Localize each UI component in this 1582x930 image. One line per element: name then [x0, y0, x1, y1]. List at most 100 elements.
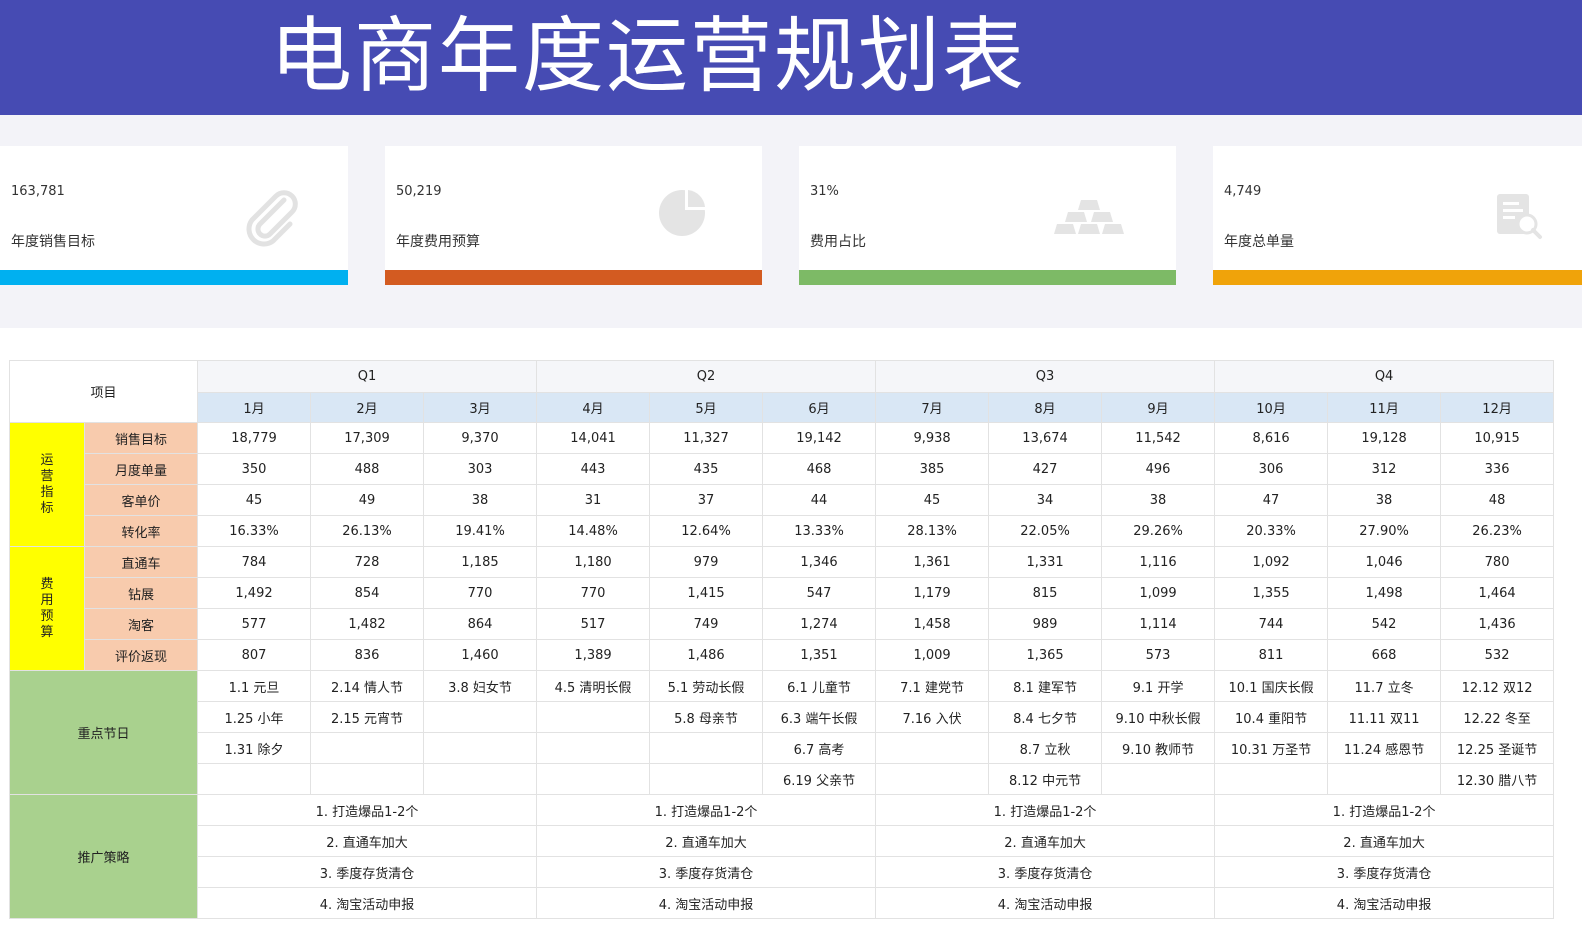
holiday-cell: 8.1 建军节 — [988, 670, 1103, 702]
value-cell: 1,460 — [423, 639, 538, 671]
holiday-cell — [536, 701, 651, 733]
value-cell: 350 — [197, 453, 312, 485]
row-label: 转化率 — [83, 515, 199, 547]
gold-bars-icon — [1054, 200, 1124, 234]
value-cell: 1,365 — [988, 639, 1103, 671]
strategy-row: 4. 淘宝活动申报 4. 淘宝活动申报 4. 淘宝活动申报 4. 淘宝活动申报 — [10, 887, 1555, 919]
row-label: 淘客 — [83, 608, 199, 640]
value-cell: 38 — [423, 484, 538, 516]
value-cell: 744 — [1214, 608, 1329, 640]
month-header: 8月 — [988, 392, 1103, 423]
group-label-cell: 费用预算 — [9, 546, 85, 671]
holiday-cell: 10.1 国庆长假 — [1214, 670, 1329, 702]
value-cell: 1,361 — [875, 546, 990, 578]
value-cell: 979 — [649, 546, 764, 578]
table-row: 运营指标 销售目标 18,779 17,309 9,370 14,041 11,327 19,… — [9, 422, 1555, 547]
strategy-cell: 2. 直通车加大 — [875, 825, 1216, 857]
project-header: 项目 — [8, 360, 199, 423]
holiday-cell: 2.14 情人节 — [310, 670, 425, 702]
value-cell: 815 — [988, 577, 1103, 609]
strategy-cell: 3. 季度存货清仓 — [1214, 856, 1555, 888]
value-cell: 1,389 — [536, 639, 651, 671]
value-cell: 303 — [423, 453, 538, 485]
value-cell: 1,009 — [875, 639, 990, 671]
month-header: 9月 — [1101, 392, 1216, 423]
table-row: 月度单量 350 488 303 443 435 468 385 427 496 306 312 336 — [10, 453, 1555, 485]
value-cell: 12.64% — [649, 515, 764, 547]
value-cell: 34 — [988, 484, 1103, 516]
value-cell: 47 — [1214, 484, 1329, 516]
value-cell: 1,046 — [1327, 546, 1442, 578]
holiday-cell — [1101, 763, 1216, 795]
kpi-value: 163,781 — [11, 184, 65, 199]
holiday-cell: 6.7 高考 — [762, 732, 877, 764]
page-title: 电商年度运营规划表 — [270, 9, 1027, 104]
holidays-label: 重点节日 — [8, 670, 199, 795]
value-cell: 468 — [762, 453, 877, 485]
holiday-cell: 8.7 立秋 — [988, 732, 1103, 764]
row-label: 直通车 — [83, 546, 199, 578]
month-header: 5月 — [649, 392, 764, 423]
holiday-cell: 11.11 双11 — [1327, 701, 1442, 733]
holiday-cell: 5.8 母亲节 — [649, 701, 764, 733]
group-label-cell: 运营指标 — [9, 422, 85, 547]
holiday-cell — [649, 763, 764, 795]
holiday-cell: 1.31 除夕 — [197, 732, 312, 764]
value-cell: 31 — [536, 484, 651, 516]
value-cell: 26.13% — [310, 515, 425, 547]
value-cell: 1,274 — [762, 608, 877, 640]
value-cell: 443 — [536, 453, 651, 485]
kpi-stripe — [799, 270, 1176, 285]
value-cell: 29.26% — [1101, 515, 1216, 547]
value-cell: 1,179 — [875, 577, 990, 609]
holiday-cell — [875, 732, 990, 764]
strategy-cell: 4. 淘宝活动申报 — [536, 887, 877, 919]
value-cell: 547 — [762, 577, 877, 609]
strategy-cell: 3. 季度存货清仓 — [875, 856, 1216, 888]
strategy-row: 推广策略 1. 打造爆品1-2个 1. 打造爆品1-2个 1. 打造爆品1-2个 1. … — [8, 794, 1555, 919]
month-header: 12月 — [1440, 392, 1555, 423]
value-cell: 1,436 — [1440, 608, 1555, 640]
value-cell: 11,327 — [649, 422, 764, 454]
holiday-cell: 6.3 端午长假 — [762, 701, 877, 733]
holiday-cell: 9.1 开学 — [1101, 670, 1216, 702]
value-cell: 573 — [1101, 639, 1216, 671]
table-row: 客单价 45 49 38 31 37 44 45 34 38 47 38 48 — [10, 484, 1555, 516]
quarter-header: Q4 — [1214, 360, 1555, 393]
month-header: 11月 — [1327, 392, 1442, 423]
value-cell: 45 — [197, 484, 312, 516]
holiday-cell: 11.24 感恩节 — [1327, 732, 1442, 764]
value-cell: 780 — [1440, 546, 1555, 578]
row-label: 销售目标 — [83, 422, 199, 454]
value-cell: 16.33% — [197, 515, 312, 547]
holiday-cell — [1327, 763, 1442, 795]
table-row: 钻展 1,492 854 770 770 1,415 547 1,179 815 1,099 1,3… — [10, 577, 1555, 609]
value-cell: 1,415 — [649, 577, 764, 609]
holiday-cell: 8.4 七夕节 — [988, 701, 1103, 733]
plan-table-body: 运营指标 销售目标 18,779 17,309 9,370 14,041 11,327 19,… — [8, 422, 1555, 919]
value-cell: 19,142 — [762, 422, 877, 454]
month-header: 10月 — [1214, 392, 1329, 423]
value-cell: 8,616 — [1214, 422, 1329, 454]
value-cell: 20.33% — [1214, 515, 1329, 547]
value-cell: 38 — [1327, 484, 1442, 516]
value-cell: 807 — [197, 639, 312, 671]
month-header: 3月 — [423, 392, 538, 423]
table-row: 淘客 577 1,482 864 517 749 1,274 1,458 989 1,114 744… — [10, 608, 1555, 640]
value-cell: 1,346 — [762, 546, 877, 578]
group-label: 费用预算 — [40, 576, 54, 640]
quarter-header: Q2 — [536, 360, 877, 393]
value-cell: 577 — [197, 608, 312, 640]
row-label: 钻展 — [83, 577, 199, 609]
holiday-cell — [536, 732, 651, 764]
value-cell: 13.33% — [762, 515, 877, 547]
value-cell: 312 — [1327, 453, 1442, 485]
value-cell: 19,128 — [1327, 422, 1442, 454]
value-cell: 1,355 — [1214, 577, 1329, 609]
holiday-cell — [875, 763, 990, 795]
value-cell: 14,041 — [536, 422, 651, 454]
holiday-row: 1.25 小年 2.15 元宵节 5.8 母亲节 6.3 端午长假 7.16 入伏 8.4… — [10, 701, 1555, 733]
row-label: 评价返现 — [83, 639, 199, 671]
value-cell: 17,309 — [310, 422, 425, 454]
holiday-cell — [423, 763, 538, 795]
